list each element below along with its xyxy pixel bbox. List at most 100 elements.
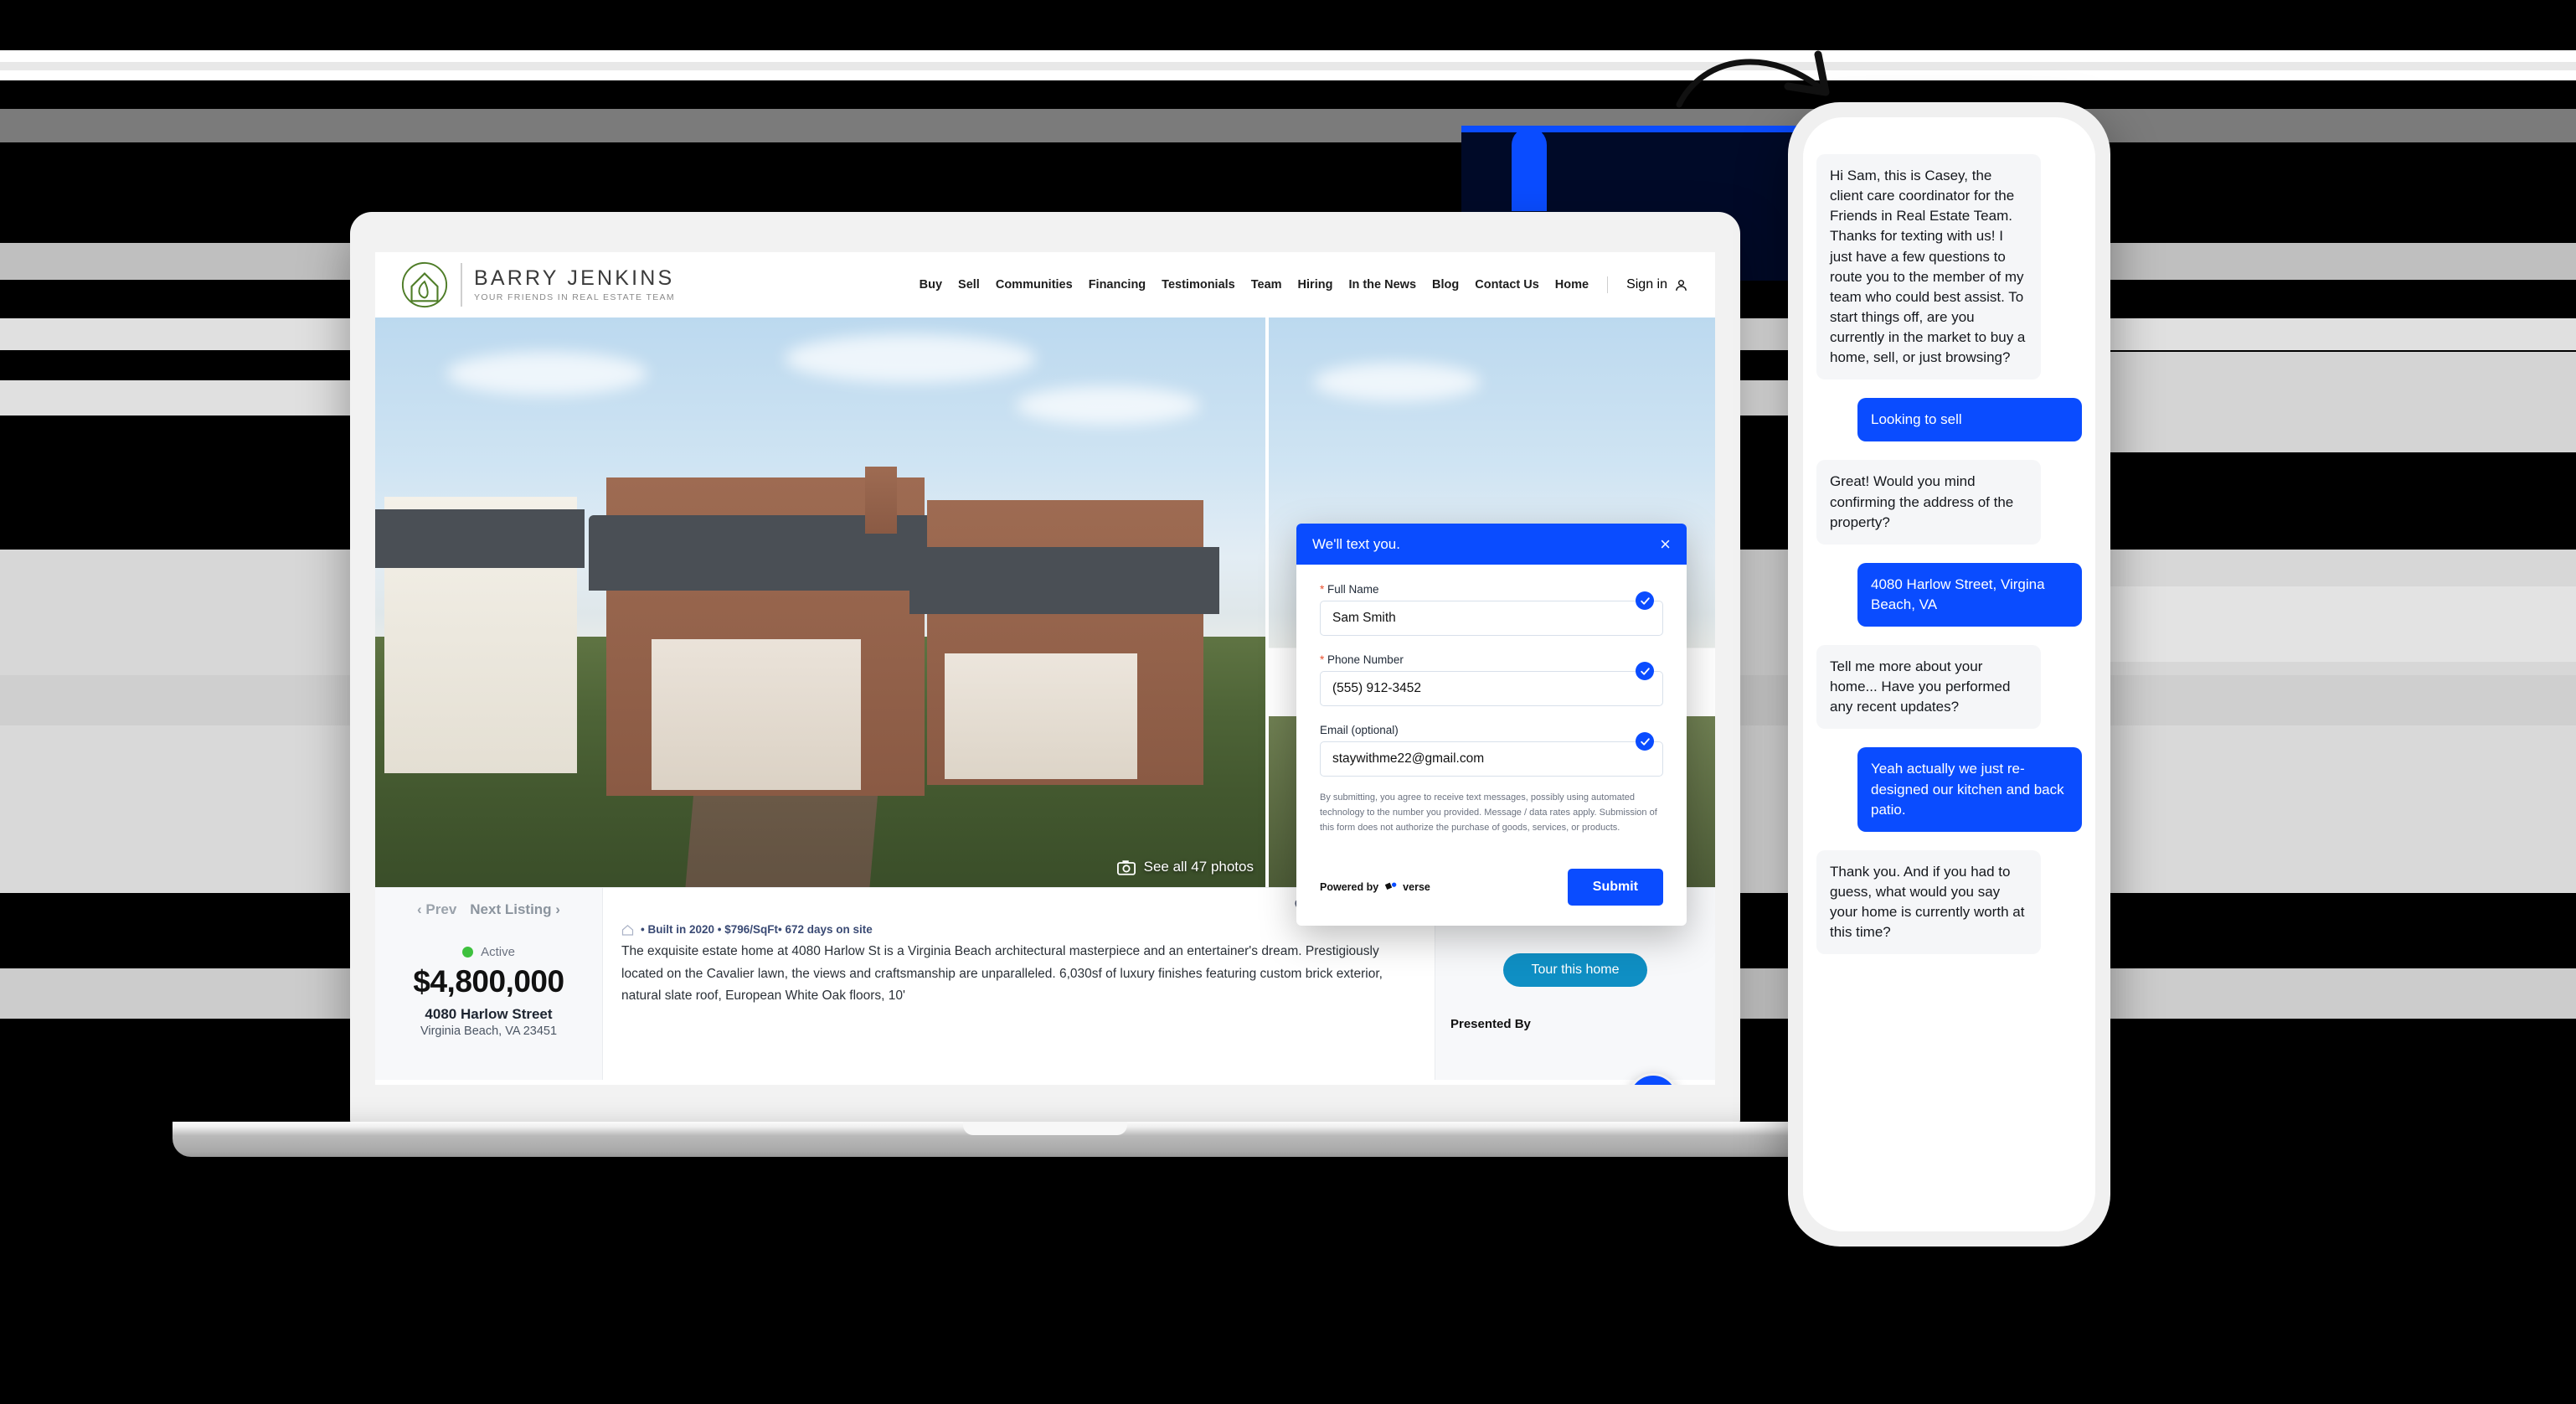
form-field: Email (optional)	[1320, 724, 1663, 777]
text-capture-modal: We'll text you. × * Full Name * Phone Num…	[1296, 524, 1687, 927]
field-label: * Full Name	[1320, 583, 1379, 596]
listing-address-line1: 4080 Harlow Street	[425, 1006, 553, 1022]
photo-porch	[945, 653, 1138, 779]
input-full-name[interactable]	[1320, 601, 1663, 636]
photo-roof	[909, 546, 1219, 614]
field-label: * Phone Number	[1320, 653, 1404, 666]
form-field: * Phone Number	[1320, 653, 1663, 706]
input-email-optional[interactable]	[1320, 741, 1663, 777]
chat-bubble-incoming: Great! Would you mind confirming the add…	[1816, 460, 2041, 545]
hero-photo-main[interactable]: See all 47 photos	[375, 317, 1265, 887]
photo-roof	[375, 509, 585, 569]
see-all-photos-button[interactable]: See all 47 photos	[1116, 859, 1254, 875]
listing-address-line2: Virginia Beach, VA 23451	[420, 1025, 558, 1038]
background-band	[0, 80, 2576, 85]
field-label: Email (optional)	[1320, 724, 1399, 736]
input-phone-number[interactable]	[1320, 671, 1663, 706]
nav-item-home[interactable]: Home	[1555, 278, 1589, 292]
verse-logo-icon	[1385, 882, 1397, 890]
nav-item-blog[interactable]: Blog	[1432, 278, 1459, 292]
next-listing-link[interactable]: Next Listing ›	[470, 901, 560, 918]
logo-tagline: YOUR FRIENDS IN REAL ESTATE TEAM	[474, 292, 676, 302]
chat-thread[interactable]: Hi Sam, this is Casey, the client care c…	[1803, 117, 2095, 955]
home-icon	[621, 924, 634, 936]
modal-body: * Full Name * Phone Number Email (optional…	[1296, 565, 1687, 850]
status-badge: Active	[375, 945, 602, 959]
chat-bubble-incoming: Tell me more about your home... Have you…	[1816, 645, 2041, 730]
site-header: BARRY JENKINS YOUR FRIENDS IN REAL ESTAT…	[375, 252, 1715, 317]
prev-listing-link[interactable]: ‹ Prev	[417, 901, 456, 918]
powered-by: Powered by verse	[1320, 881, 1430, 894]
phone-screen: Hi Sam, this is Casey, the client care c…	[1803, 117, 2095, 1231]
tour-this-home-button[interactable]: Tour this home	[1502, 953, 1648, 987]
background-band	[0, 70, 2576, 80]
nav-item-testimonials[interactable]: Testimonials	[1162, 278, 1235, 292]
modal-title: We'll text you.	[1312, 535, 1400, 552]
background-band	[0, 62, 2576, 70]
cloud	[1016, 385, 1201, 425]
background-band	[2110, 352, 2576, 452]
listing-meta-text: • Built in 2020 • $796/SqFt• 672 days on…	[641, 923, 873, 936]
chat-bubble-outgoing: 4080 Harlow Street, Virgina Beach, VA	[1857, 562, 2082, 627]
photo-porch	[651, 639, 861, 791]
logo-name: BARRY JENKINS	[474, 266, 675, 291]
phone-device: Hi Sam, this is Casey, the client care c…	[1788, 102, 2110, 1247]
powered-by-brand: verse	[1403, 881, 1430, 894]
nav-item-buy[interactable]: Buy	[920, 278, 942, 292]
nav-item-sell[interactable]: Sell	[958, 278, 980, 292]
user-icon	[1676, 279, 1687, 291]
cloud	[446, 351, 648, 395]
background-band	[0, 1119, 2576, 1404]
laptop-screen: BARRY JENKINS YOUR FRIENDS IN REAL ESTAT…	[375, 252, 1715, 1085]
laptop-base-notch	[963, 1122, 1127, 1135]
background-band	[0, 50, 2576, 62]
modal-header: We'll text you. ×	[1296, 524, 1687, 565]
required-marker: *	[1320, 653, 1328, 666]
see-all-photos-label: See all 47 photos	[1143, 859, 1254, 875]
modal-footer: Powered by verse Submit	[1296, 850, 1687, 926]
chat-bubble-outgoing: Looking to sell	[1857, 398, 2082, 442]
sign-in-button[interactable]: Sign in	[1626, 277, 1688, 292]
nav-item-financing[interactable]: Financing	[1089, 278, 1146, 292]
listing-left-column: ‹ Prev Next Listing › Active $4,800,000 …	[375, 888, 603, 1080]
valid-check-icon	[1636, 732, 1654, 751]
listing-meta: • Built in 2020 • $796/SqFt• 672 days on…	[621, 923, 1416, 936]
listing-pagination: ‹ Prev Next Listing ›	[375, 901, 602, 918]
submit-button[interactable]: Submit	[1567, 869, 1663, 906]
nav-item-contact-us[interactable]: Contact Us	[1475, 278, 1539, 292]
chat-bubble-incoming: Hi Sam, this is Casey, the client care c…	[1816, 154, 2041, 380]
powered-by-prefix: Powered by	[1320, 881, 1379, 894]
house-leaf-logo-icon	[401, 261, 448, 308]
site-logo[interactable]: BARRY JENKINS YOUR FRIENDS IN REAL ESTAT…	[400, 261, 675, 309]
nav-item-hiring[interactable]: Hiring	[1298, 278, 1333, 292]
sign-in-label: Sign in	[1626, 277, 1667, 292]
status-dot-icon	[462, 947, 474, 958]
logo-divider	[461, 263, 462, 307]
listing-description: The exquisite estate home at 4080 Harlow…	[621, 944, 1383, 1004]
laptop-device: BARRY JENKINS YOUR FRIENDS IN REAL ESTAT…	[173, 212, 1918, 1157]
blue-banner-tab	[1512, 127, 1547, 211]
camera-icon	[1116, 859, 1136, 875]
chat-bubble-incoming: Thank you. And if you had to guess, what…	[1816, 849, 2041, 955]
nav-divider	[1607, 276, 1609, 293]
form-field: * Full Name	[1320, 583, 1663, 636]
required-marker: *	[1320, 583, 1328, 596]
valid-check-icon	[1636, 662, 1654, 680]
chat-bubble-outgoing: Yeah actually we just re-designed our ki…	[1857, 747, 2082, 832]
nav-item-in-the-news[interactable]: In the News	[1348, 278, 1416, 292]
nav-item-team[interactable]: Team	[1251, 278, 1282, 292]
cloud	[784, 334, 1036, 384]
presented-by-label: Presented By	[1450, 1017, 1531, 1031]
annotation-arrow	[1676, 50, 1830, 108]
valid-check-icon	[1636, 591, 1654, 610]
legal-disclaimer: By submitting, you agree to receive text…	[1320, 792, 1657, 833]
photo-chimney	[864, 467, 897, 534]
nav-item-communities[interactable]: Communities	[996, 278, 1073, 292]
background-band	[0, 0, 2576, 50]
main-nav: Buy Sell Communities Financing Testimonials T…	[920, 276, 1688, 293]
status-label: Active	[481, 945, 515, 959]
listing-price: $4,800,000	[413, 964, 564, 999]
background-band	[0, 109, 2576, 142]
close-icon[interactable]: ×	[1660, 534, 1671, 554]
background-band	[2110, 586, 2576, 662]
